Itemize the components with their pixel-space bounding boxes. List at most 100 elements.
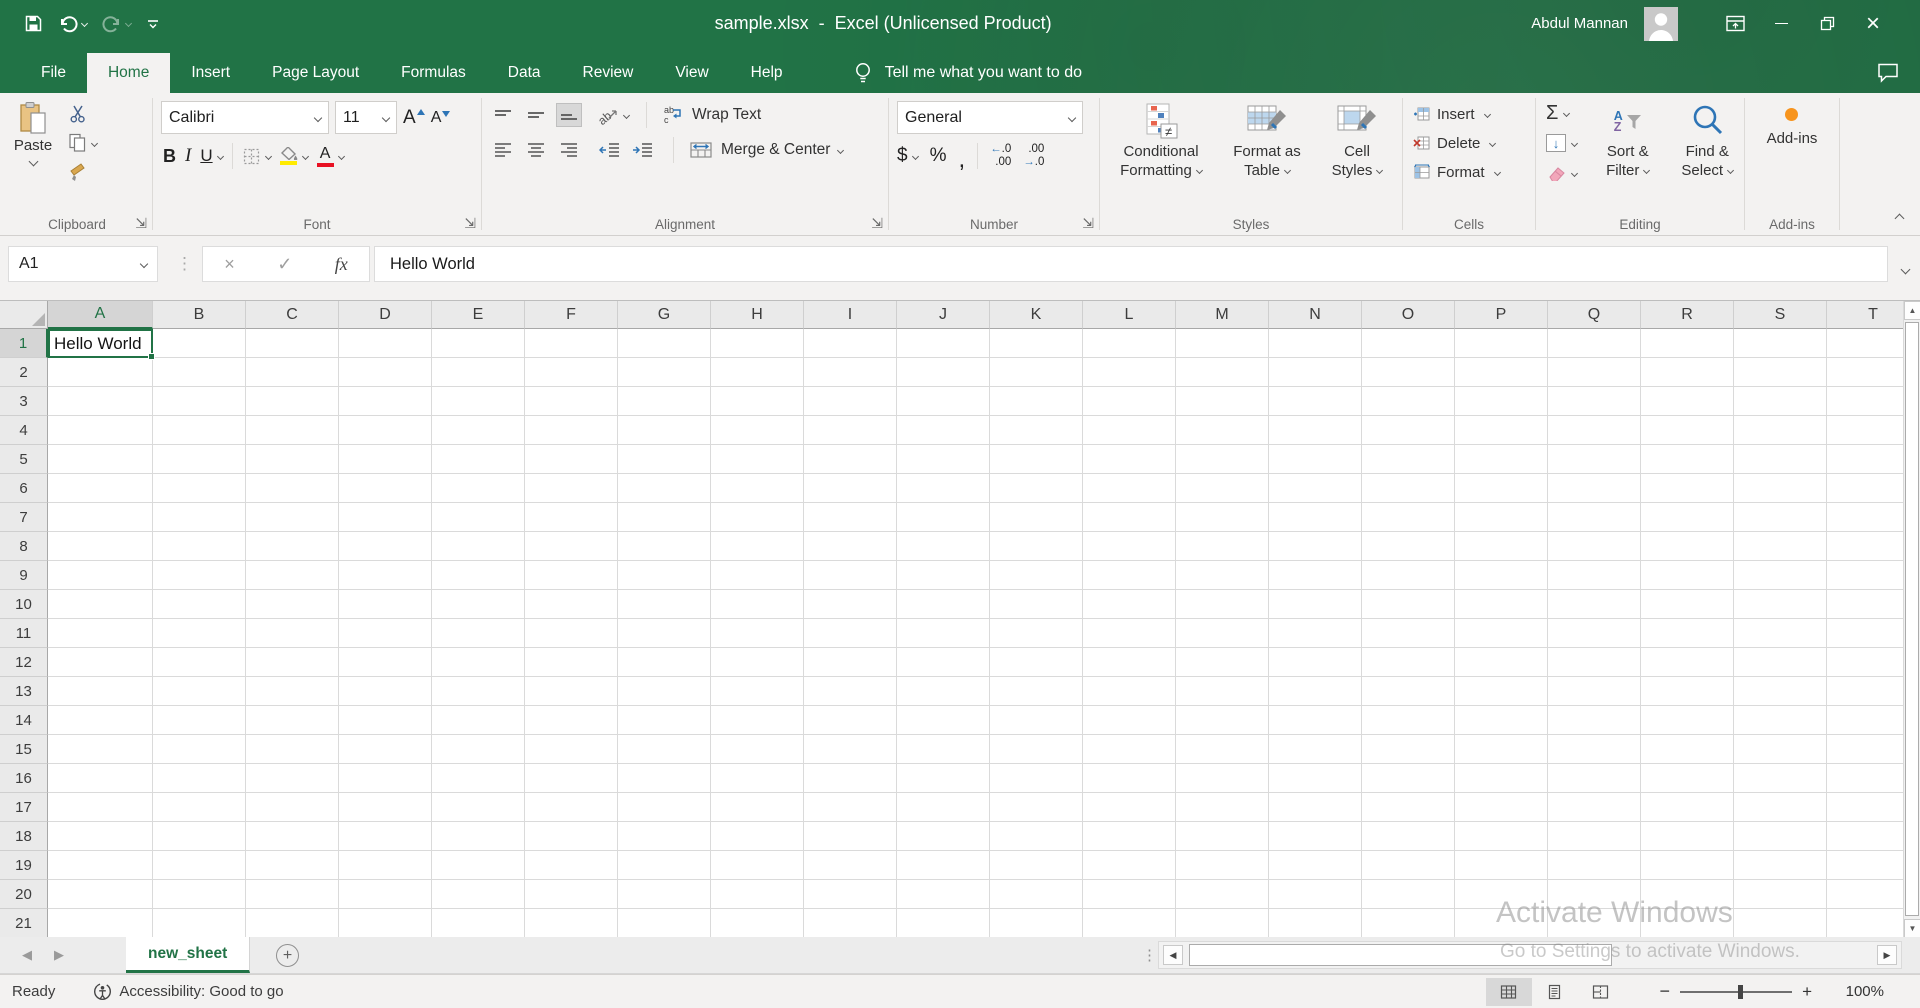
bold-button[interactable]: B xyxy=(163,146,176,167)
cell-F13[interactable] xyxy=(525,677,618,706)
cell-O6[interactable] xyxy=(1362,474,1455,503)
cell-P20[interactable] xyxy=(1455,880,1548,909)
cell-C10[interactable] xyxy=(246,590,339,619)
cell-L9[interactable] xyxy=(1083,561,1176,590)
zoom-percentage[interactable]: 100% xyxy=(1840,983,1884,1000)
cell-B17[interactable] xyxy=(153,793,246,822)
cell-I17[interactable] xyxy=(804,793,897,822)
cell-A3[interactable] xyxy=(48,387,153,416)
cell-L18[interactable] xyxy=(1083,822,1176,851)
cell-E9[interactable] xyxy=(432,561,525,590)
row-header-13[interactable]: 13 xyxy=(0,677,48,706)
cell-J20[interactable] xyxy=(897,880,990,909)
cell-I11[interactable] xyxy=(804,619,897,648)
column-header-G[interactable]: G xyxy=(618,301,711,329)
cell-I16[interactable] xyxy=(804,764,897,793)
cell-L20[interactable] xyxy=(1083,880,1176,909)
cell-G9[interactable] xyxy=(618,561,711,590)
cell-F6[interactable] xyxy=(525,474,618,503)
expand-formula-bar-button[interactable] xyxy=(1900,260,1911,278)
cell-J11[interactable] xyxy=(897,619,990,648)
cell-C8[interactable] xyxy=(246,532,339,561)
cell-D5[interactable] xyxy=(339,445,432,474)
cell-D1[interactable] xyxy=(339,329,432,358)
save-icon[interactable] xyxy=(24,14,43,33)
zoom-out-button[interactable]: − xyxy=(1650,981,1681,1002)
cell-N7[interactable] xyxy=(1269,503,1362,532)
cell-P18[interactable] xyxy=(1455,822,1548,851)
cell-A9[interactable] xyxy=(48,561,153,590)
cell-M16[interactable] xyxy=(1176,764,1269,793)
cell-N16[interactable] xyxy=(1269,764,1362,793)
cell-G18[interactable] xyxy=(618,822,711,851)
enter-icon[interactable]: ✓ xyxy=(277,254,292,275)
cell-Q2[interactable] xyxy=(1548,358,1641,387)
column-header-I[interactable]: I xyxy=(804,301,897,329)
cell-L5[interactable] xyxy=(1083,445,1176,474)
cell-C20[interactable] xyxy=(246,880,339,909)
column-header-O[interactable]: O xyxy=(1362,301,1455,329)
cell-A14[interactable] xyxy=(48,706,153,735)
cell-N13[interactable] xyxy=(1269,677,1362,706)
row-header-12[interactable]: 12 xyxy=(0,648,48,677)
cell-H15[interactable] xyxy=(711,735,804,764)
select-all-button[interactable] xyxy=(0,301,48,329)
column-header-K[interactable]: K xyxy=(990,301,1083,329)
cell-N6[interactable] xyxy=(1269,474,1362,503)
cell-J17[interactable] xyxy=(897,793,990,822)
cell-K10[interactable] xyxy=(990,590,1083,619)
cell-K18[interactable] xyxy=(990,822,1083,851)
cell-B18[interactable] xyxy=(153,822,246,851)
name-box-dropdown-icon[interactable] xyxy=(139,259,149,269)
cell-I6[interactable] xyxy=(804,474,897,503)
cell-O8[interactable] xyxy=(1362,532,1455,561)
horizontal-scroll-thumb[interactable] xyxy=(1189,944,1612,966)
cell-R16[interactable] xyxy=(1641,764,1734,793)
cell-K4[interactable] xyxy=(990,416,1083,445)
cell-S11[interactable] xyxy=(1734,619,1827,648)
cell-M4[interactable] xyxy=(1176,416,1269,445)
cell-R18[interactable] xyxy=(1641,822,1734,851)
cell-E20[interactable] xyxy=(432,880,525,909)
row-header-16[interactable]: 16 xyxy=(0,764,48,793)
cell-M12[interactable] xyxy=(1176,648,1269,677)
vertical-scroll-thumb[interactable] xyxy=(1905,322,1919,916)
cell-A21[interactable] xyxy=(48,909,153,938)
row-header-21[interactable]: 21 xyxy=(0,909,48,938)
column-header-F[interactable]: F xyxy=(525,301,618,329)
cell-N11[interactable] xyxy=(1269,619,1362,648)
align-left-button[interactable] xyxy=(490,138,516,162)
cell-O4[interactable] xyxy=(1362,416,1455,445)
cell-J8[interactable] xyxy=(897,532,990,561)
cell-G2[interactable] xyxy=(618,358,711,387)
cell-O17[interactable] xyxy=(1362,793,1455,822)
undo-dropdown-icon[interactable] xyxy=(80,19,89,28)
cell-P19[interactable] xyxy=(1455,851,1548,880)
cell-M11[interactable] xyxy=(1176,619,1269,648)
cell-Q13[interactable] xyxy=(1548,677,1641,706)
row-header-11[interactable]: 11 xyxy=(0,619,48,648)
cell-F3[interactable] xyxy=(525,387,618,416)
tab-insert[interactable]: Insert xyxy=(170,53,251,93)
merge-center-button[interactable]: Merge & Center xyxy=(689,141,845,159)
cell-E10[interactable] xyxy=(432,590,525,619)
font-name-select[interactable]: Calibri xyxy=(161,101,329,134)
tab-data[interactable]: Data xyxy=(487,53,562,93)
cell-J10[interactable] xyxy=(897,590,990,619)
cell-K5[interactable] xyxy=(990,445,1083,474)
tab-help[interactable]: Help xyxy=(730,53,804,93)
column-header-N[interactable]: N xyxy=(1269,301,1362,329)
formula-bar-handle[interactable]: ⋮ xyxy=(176,246,193,282)
cell-R21[interactable] xyxy=(1641,909,1734,938)
cell-N21[interactable] xyxy=(1269,909,1362,938)
scroll-down-button[interactable]: ▼ xyxy=(1904,919,1920,938)
cell-R5[interactable] xyxy=(1641,445,1734,474)
cell-B6[interactable] xyxy=(153,474,246,503)
cell-M9[interactable] xyxy=(1176,561,1269,590)
cell-N14[interactable] xyxy=(1269,706,1362,735)
cell-H17[interactable] xyxy=(711,793,804,822)
cell-Q18[interactable] xyxy=(1548,822,1641,851)
cell-K15[interactable] xyxy=(990,735,1083,764)
cell-H7[interactable] xyxy=(711,503,804,532)
normal-view-button[interactable] xyxy=(1485,977,1532,1006)
